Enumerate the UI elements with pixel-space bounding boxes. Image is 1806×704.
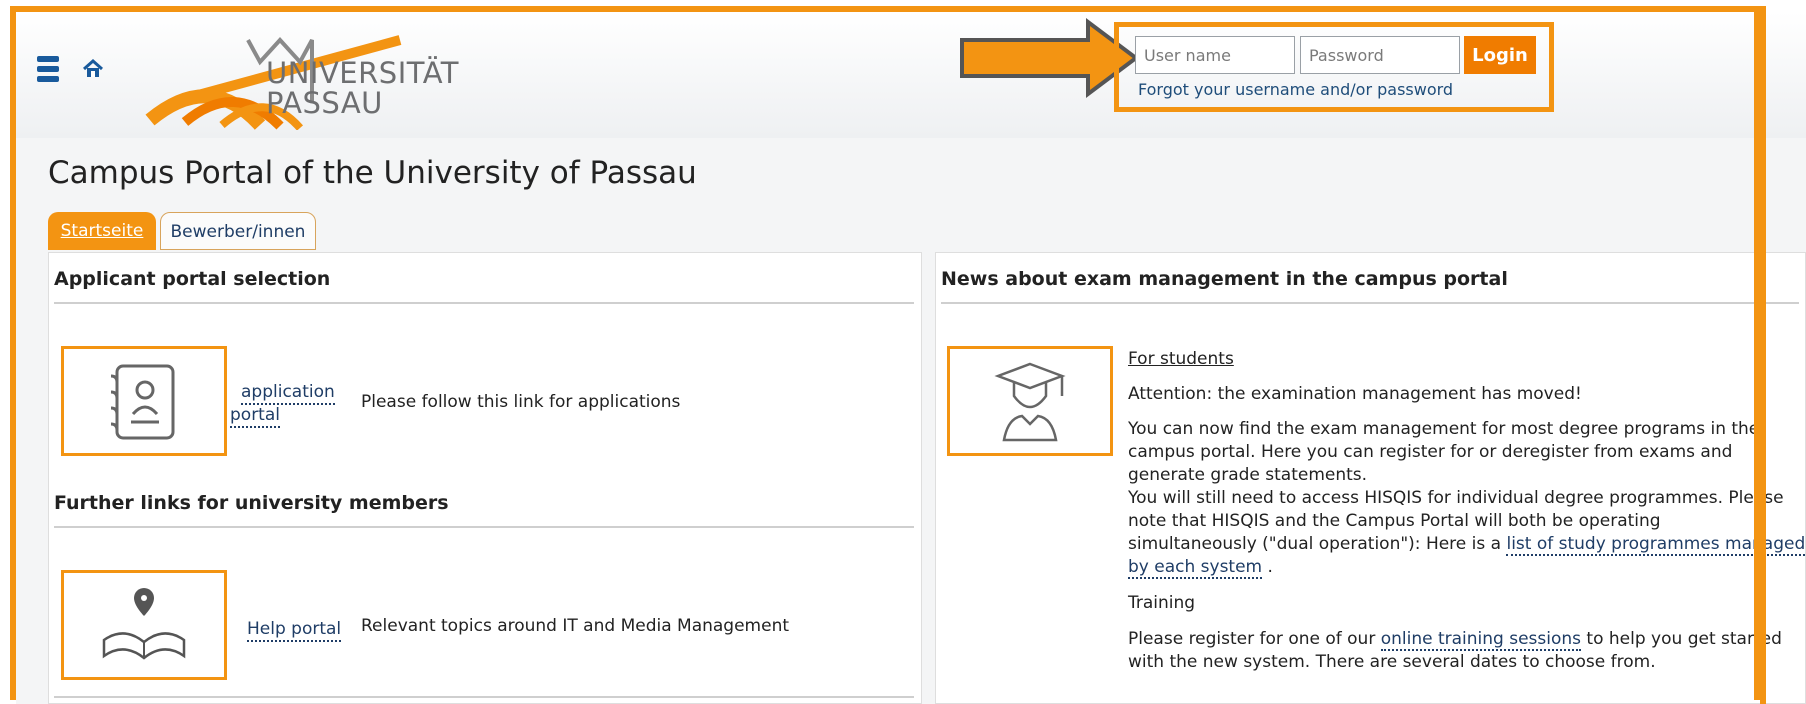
news-paragraph-2-line-4: by each system . — [1128, 556, 1273, 579]
divider — [941, 302, 1799, 304]
training-text-start: Please register for one of our — [1128, 629, 1381, 649]
attention-text: Attention: the examination management ha… — [1128, 384, 1582, 404]
news-paragraph-2-line-1: You will still need to access HISQIS for… — [1128, 488, 1784, 508]
news-paragraph-1-line-1: You can now find the exam management for… — [1128, 419, 1760, 439]
login-button[interactable]: Login — [1464, 36, 1536, 74]
username-input[interactable] — [1135, 36, 1295, 74]
training-text-end: to help you get started — [1581, 629, 1782, 649]
training-title: Training — [1128, 593, 1196, 613]
training-line-1: Please register for one of our online tr… — [1128, 628, 1782, 651]
divider — [54, 302, 914, 304]
paragraph-end: . — [1262, 557, 1273, 577]
study-programmes-link-continued[interactable]: by each system — [1128, 557, 1263, 579]
help-portal-icon-box — [61, 570, 227, 680]
highlight-frame-right — [1760, 6, 1766, 704]
home-icon[interactable] — [82, 58, 104, 80]
section-title-further-links: Further links for university members — [54, 492, 449, 514]
graduate-icon — [994, 362, 1066, 442]
dual-operation-text: simultaneously ("dual operation"): Here … — [1128, 534, 1507, 554]
divider — [54, 526, 914, 528]
divider — [54, 696, 914, 698]
help-portal-link[interactable]: Help portal — [247, 618, 342, 642]
application-portal-icon-box — [61, 346, 227, 456]
news-paragraph-1-line-3: generate grade statements. — [1128, 465, 1368, 485]
tab-startseite[interactable]: Startseite — [48, 212, 156, 250]
application-portal-link-line2[interactable]: portal — [230, 404, 280, 428]
password-input[interactable] — [1300, 36, 1460, 74]
for-students-heading: For students — [1128, 349, 1234, 369]
news-title: News about exam management in the campus… — [941, 268, 1508, 290]
application-portal-description: Please follow this link for applications — [361, 392, 681, 412]
news-paragraph-2-line-2: note that HISQIS and the Campus Portal w… — [1128, 511, 1661, 531]
arrow-icon — [960, 18, 1140, 98]
forgot-credentials-link[interactable]: Forgot your username and/or password — [1138, 80, 1453, 99]
logo-text-university: UNIVERSITÄT — [266, 56, 460, 90]
application-portal-link-line1[interactable]: application — [241, 381, 335, 405]
contact-book-icon — [110, 364, 175, 440]
page-title: Campus Portal of the University of Passa… — [48, 155, 697, 191]
tab-bewerber-innen[interactable]: Bewerber/innen — [160, 212, 316, 250]
help-portal-description: Relevant topics around IT and Media Mana… — [361, 616, 790, 636]
logo-text-passau: PASSAU — [266, 86, 383, 120]
news-paragraph-2-line-3: simultaneously ("dual operation"): Here … — [1128, 533, 1806, 556]
section-title-applicant: Applicant portal selection — [54, 268, 331, 290]
book-location-icon — [102, 588, 186, 660]
student-icon-box — [947, 346, 1113, 456]
menu-icon[interactable] — [37, 56, 59, 82]
training-line-2: with the new system. There are several d… — [1128, 652, 1656, 672]
online-training-link[interactable]: online training sessions — [1380, 629, 1582, 651]
news-paragraph-1-line-2: campus portal. Here you can register for… — [1128, 442, 1733, 462]
